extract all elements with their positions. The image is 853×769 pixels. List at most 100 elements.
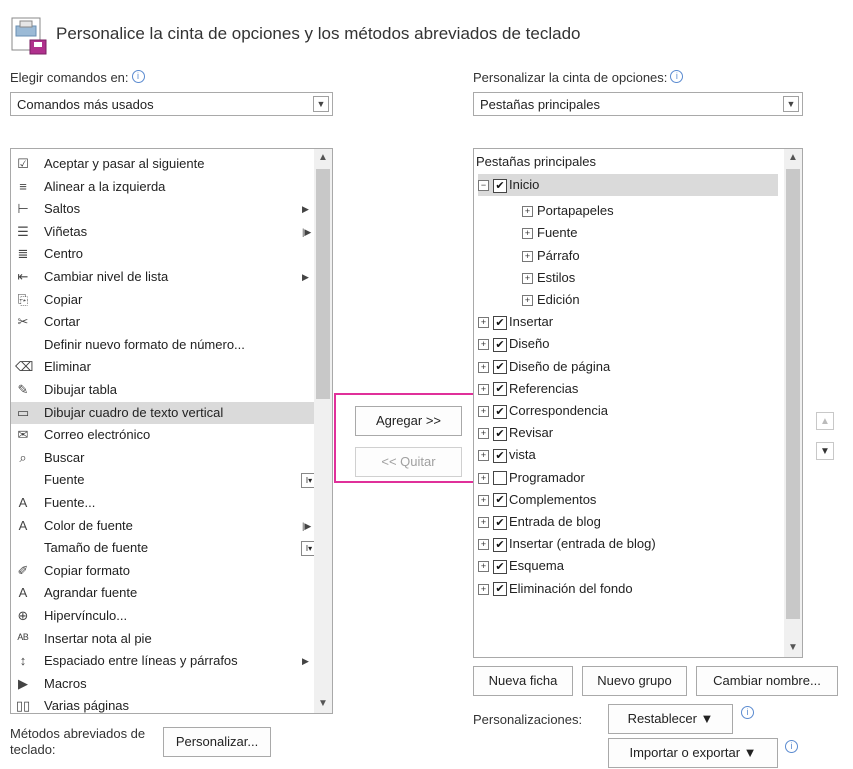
tab-checkbox[interactable]: ✔ xyxy=(493,559,507,574)
info-icon[interactable]: i xyxy=(785,740,798,753)
command-item[interactable]: ⊕ Hipervínculo... xyxy=(11,605,314,627)
move-down-icon[interactable]: ▼ xyxy=(816,442,834,460)
reset-button[interactable]: Restablecer ▼ xyxy=(608,704,733,734)
command-item[interactable]: ☑ Aceptar y pasar al siguiente xyxy=(11,153,314,175)
tab-checkbox[interactable]: ✔ xyxy=(493,404,507,419)
ribbon-tab-item[interactable]: + ✔ Insertar xyxy=(478,311,553,333)
scroll-up-icon[interactable]: ▲ xyxy=(314,149,332,167)
expand-icon[interactable]: + xyxy=(522,206,533,218)
tab-checkbox[interactable]: ✔ xyxy=(493,493,507,508)
chevron-down-icon[interactable]: ▼ xyxy=(783,96,799,112)
ribbon-scrollbar[interactable]: ▲ ▼ xyxy=(784,149,802,657)
command-item[interactable]: ᴬᴮ Insertar nota al pie xyxy=(11,628,314,650)
ribbon-tab-item[interactable]: + ✔ Referencias xyxy=(478,378,578,400)
expand-icon[interactable]: + xyxy=(478,450,489,462)
import-export-button[interactable]: Importar o exportar ▼ xyxy=(608,738,778,768)
tab-checkbox[interactable]: ✔ xyxy=(493,337,507,352)
scroll-thumb[interactable] xyxy=(316,169,330,399)
command-item[interactable]: ⇤ Cambiar nivel de lista ▶ xyxy=(11,266,314,288)
expand-icon[interactable]: + xyxy=(478,539,489,551)
tab-checkbox[interactable]: ✔ xyxy=(493,382,507,397)
command-item[interactable]: ▭ Dibujar cuadro de texto vertical xyxy=(11,401,314,424)
expand-icon[interactable]: + xyxy=(478,428,489,440)
chevron-down-icon[interactable]: ▼ xyxy=(313,96,329,112)
ribbon-tab-item[interactable]: + ✔ Complementos xyxy=(478,489,596,511)
command-item[interactable]: ✉ Correo electrónico xyxy=(11,424,314,446)
command-item[interactable]: ✂ Cortar xyxy=(11,311,314,333)
ribbon-tab-item[interactable]: + ✔ Insertar (entrada de blog) xyxy=(478,533,656,555)
command-item[interactable]: ≣ Centro xyxy=(11,243,314,265)
ribbon-tabs-combo[interactable]: Pestañas principales ▼ xyxy=(473,92,803,116)
ribbon-group-item[interactable]: + Estilos xyxy=(522,267,575,289)
tab-checkbox[interactable]: ✔ xyxy=(493,448,507,463)
ribbon-group-item[interactable]: + Edición xyxy=(522,289,580,311)
expand-icon[interactable]: + xyxy=(478,383,489,395)
expand-icon[interactable]: + xyxy=(522,295,533,307)
commands-scrollbar[interactable]: ▲ ▼ xyxy=(314,149,332,713)
tab-checkbox[interactable] xyxy=(493,471,507,486)
new-tab-button[interactable]: Nueva ficha xyxy=(473,666,573,696)
tab-checkbox[interactable]: ✔ xyxy=(493,537,507,552)
ribbon-tab-item[interactable]: + ✔ Revisar xyxy=(478,422,553,444)
ribbon-tab-item[interactable]: + Programador xyxy=(478,467,585,489)
info-icon[interactable]: i xyxy=(131,70,145,83)
ribbon-group-item[interactable]: + Portapapeles xyxy=(522,200,614,222)
scroll-thumb[interactable] xyxy=(786,169,800,619)
command-item[interactable]: Tamaño de fuente I▾ xyxy=(11,537,317,559)
collapse-icon[interactable]: − xyxy=(478,180,489,192)
commands-listbox[interactable]: ☑ Aceptar y pasar al siguiente ≡ Alinear a … xyxy=(10,148,333,714)
customize-shortcuts-button[interactable]: Personalizar... xyxy=(163,727,271,757)
command-item[interactable]: ↕ Espaciado entre líneas y párrafos ▶ xyxy=(11,650,314,672)
command-item[interactable]: A Agrandar fuente xyxy=(11,582,314,604)
expand-icon[interactable]: + xyxy=(478,406,489,418)
ribbon-tab-item[interactable]: + ✔ Correspondencia xyxy=(478,400,608,422)
ribbon-tab-item[interactable]: + ✔ Eliminación del fondo xyxy=(478,578,633,600)
command-item[interactable]: ☰ Viñetas |▶ xyxy=(11,221,314,243)
expand-icon[interactable]: + xyxy=(522,250,533,262)
tab-checkbox[interactable]: ✔ xyxy=(493,315,507,330)
ribbon-tab-item[interactable]: − ✔ Inicio xyxy=(478,174,778,196)
expand-icon[interactable]: + xyxy=(478,561,489,573)
expand-icon[interactable]: + xyxy=(478,583,489,595)
move-up-icon[interactable]: ▲ xyxy=(816,412,834,430)
info-icon[interactable]: i xyxy=(670,70,684,83)
expand-icon[interactable]: + xyxy=(522,272,533,284)
scroll-down-icon[interactable]: ▼ xyxy=(784,639,802,657)
expand-icon[interactable]: + xyxy=(478,494,489,506)
command-item[interactable]: ⌕ Buscar xyxy=(11,447,314,469)
choose-commands-combo[interactable]: Comandos más usados ▼ xyxy=(10,92,333,116)
ribbon-tab-item[interactable]: + ✔ Esquema xyxy=(478,555,564,577)
info-icon[interactable]: i xyxy=(741,706,754,719)
command-item[interactable]: ⌫ Eliminar xyxy=(11,356,314,378)
tab-checkbox[interactable]: ✔ xyxy=(493,178,507,193)
command-item[interactable]: ⊢ Saltos ▶ xyxy=(11,198,314,220)
expand-icon[interactable]: + xyxy=(478,517,489,529)
tab-checkbox[interactable]: ✔ xyxy=(493,360,507,375)
scroll-down-icon[interactable]: ▼ xyxy=(314,695,332,713)
command-item[interactable]: ≡ Alinear a la izquierda xyxy=(11,176,314,198)
rename-button[interactable]: Cambiar nombre... xyxy=(696,666,838,696)
command-item[interactable]: A Fuente... xyxy=(11,492,314,514)
command-item[interactable]: ✐ Copiar formato xyxy=(11,560,314,582)
command-item[interactable]: ⎘ Copiar xyxy=(11,289,314,311)
tab-checkbox[interactable]: ✔ xyxy=(493,426,507,441)
command-item[interactable]: ✎ Dibujar tabla xyxy=(11,379,314,401)
command-item[interactable]: ▶ Macros xyxy=(11,673,314,695)
expand-icon[interactable]: + xyxy=(478,361,489,373)
expand-icon[interactable]: + xyxy=(478,317,489,329)
command-item[interactable]: A Color de fuente |▶ xyxy=(11,515,314,537)
expand-icon[interactable]: + xyxy=(522,228,533,240)
tab-checkbox[interactable]: ✔ xyxy=(493,515,507,530)
command-item[interactable]: Fuente I▾ xyxy=(11,469,317,491)
command-item[interactable]: ▯▯ Varias páginas xyxy=(11,695,314,713)
command-item[interactable]: Definir nuevo formato de número... xyxy=(11,334,314,356)
ribbon-group-item[interactable]: + Fuente xyxy=(522,222,577,244)
expand-icon[interactable]: + xyxy=(478,472,489,484)
ribbon-group-item[interactable]: + Párrafo xyxy=(522,245,580,267)
ribbon-tab-item[interactable]: + ✔ Entrada de blog xyxy=(478,511,601,533)
scroll-up-icon[interactable]: ▲ xyxy=(784,149,802,167)
ribbon-tab-item[interactable]: + ✔ vista xyxy=(478,444,536,466)
ribbon-tab-item[interactable]: + ✔ Diseño de página xyxy=(478,356,610,378)
ribbon-tab-item[interactable]: + ✔ Diseño xyxy=(478,333,549,355)
tab-checkbox[interactable]: ✔ xyxy=(493,582,507,597)
